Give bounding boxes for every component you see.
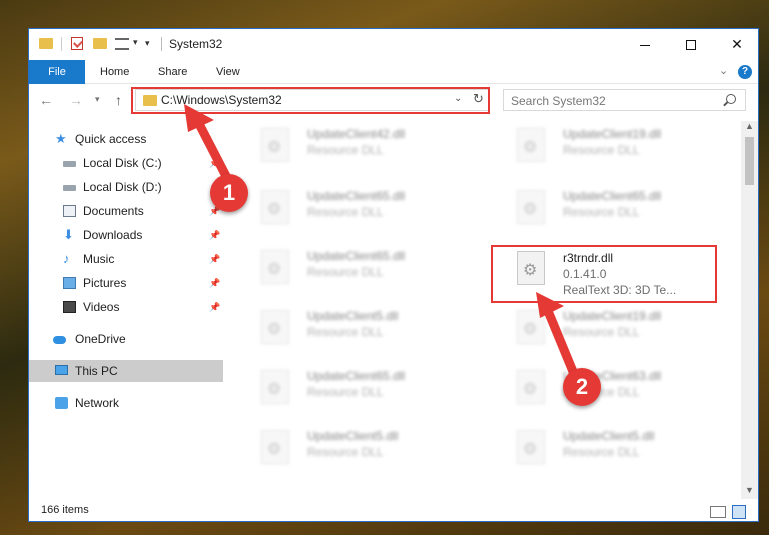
arrow-1-shaft (191, 113, 233, 185)
annotation-arrows (184, 104, 579, 379)
callout-badge-1: 1 (210, 174, 248, 212)
callout-badge-2: 2 (563, 368, 601, 406)
arrow-2-shaft (541, 301, 579, 379)
